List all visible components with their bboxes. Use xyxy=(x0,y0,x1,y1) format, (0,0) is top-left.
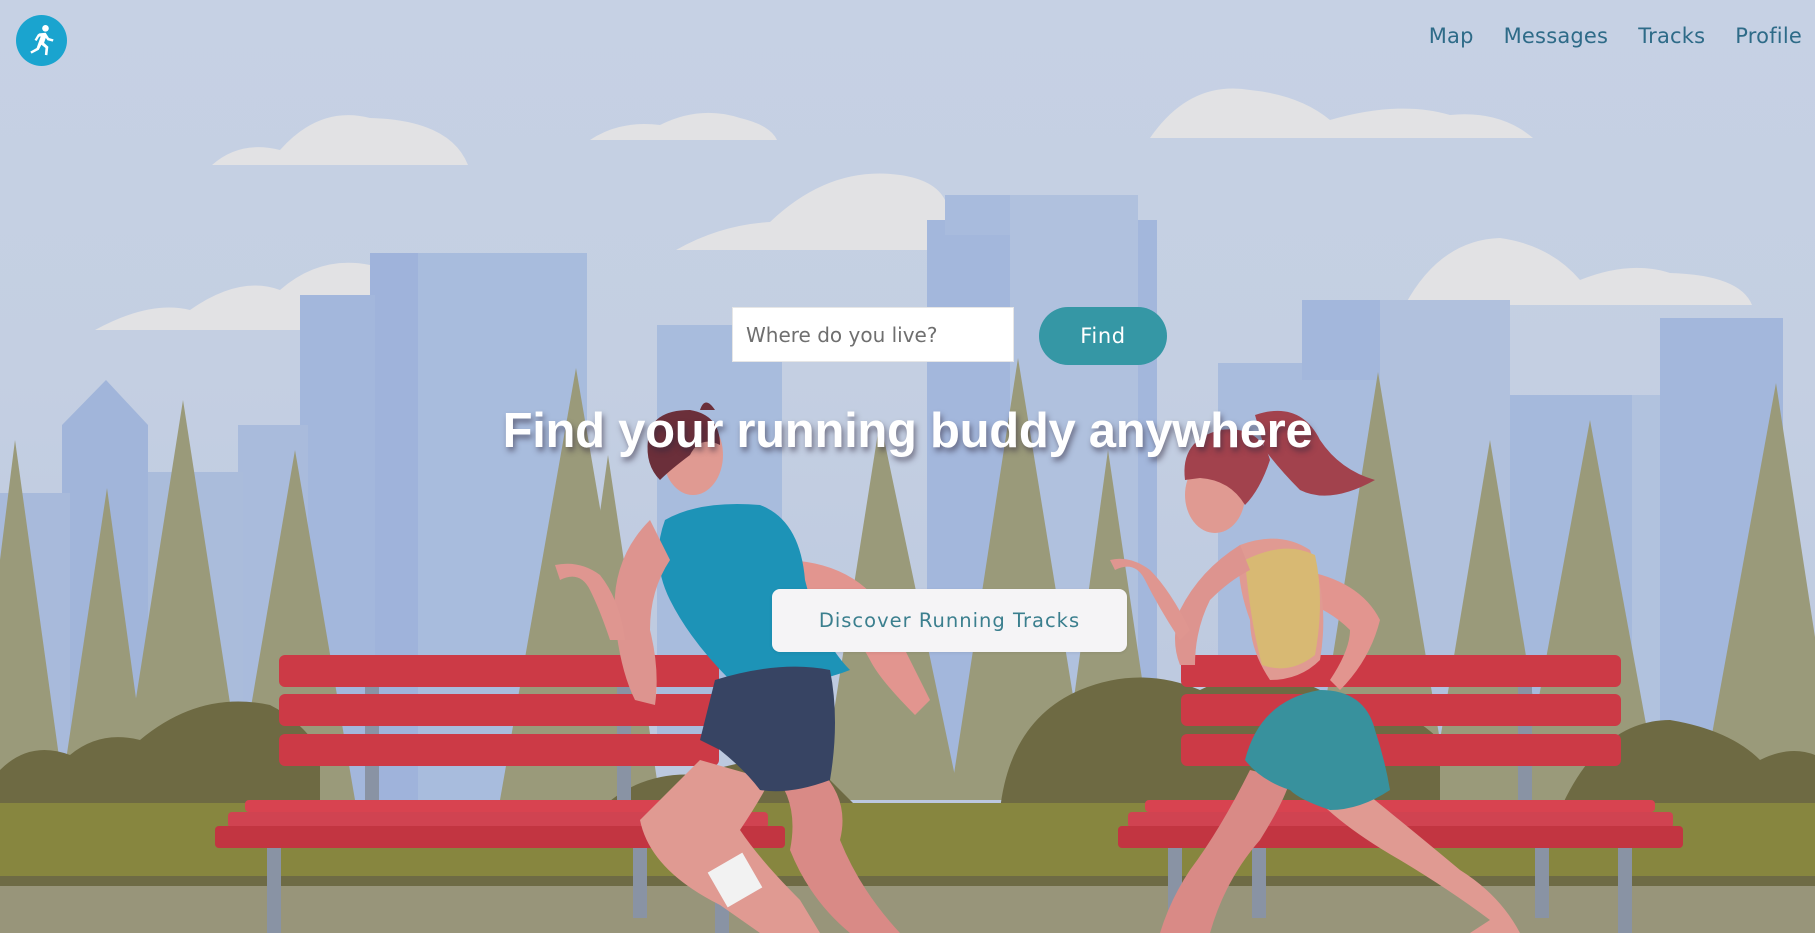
nav-link-profile[interactable]: Profile xyxy=(1735,24,1802,48)
nav-link-messages[interactable]: Messages xyxy=(1504,24,1609,48)
location-search-input[interactable] xyxy=(732,307,1014,362)
landing-page: Map Messages Tracks Profile Find Find yo… xyxy=(0,0,1815,933)
clouds xyxy=(95,88,1752,330)
running-person-icon xyxy=(29,24,54,55)
hero-headline: Find your running buddy anywhere xyxy=(502,404,1313,458)
nav-link-tracks[interactable]: Tracks xyxy=(1638,24,1705,48)
nav-link-map[interactable]: Map xyxy=(1429,24,1474,48)
top-navigation: Map Messages Tracks Profile xyxy=(1429,24,1802,48)
discover-running-tracks-button[interactable]: Discover Running Tracks xyxy=(772,589,1127,652)
logo-button[interactable] xyxy=(16,15,67,66)
park-illustration xyxy=(0,88,1815,933)
find-button[interactable]: Find xyxy=(1039,307,1167,365)
